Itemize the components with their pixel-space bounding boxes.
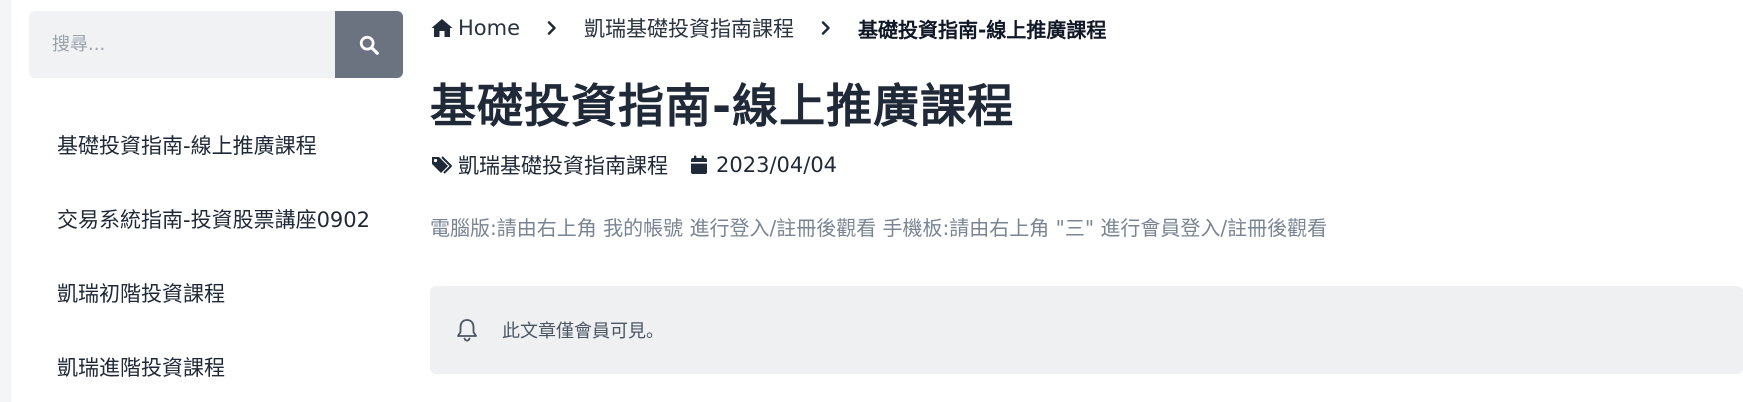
search-input[interactable] bbox=[29, 11, 335, 78]
breadcrumb-home-label: Home bbox=[458, 16, 521, 40]
breadcrumb-category[interactable]: 凱瑞基礎投資指南課程 bbox=[584, 13, 794, 43]
chevron-right-icon bbox=[544, 20, 560, 36]
calendar-icon bbox=[690, 155, 708, 175]
login-notice: 電腦版:請由右上角 我的帳號 進行登入/註冊後觀看 手機板:請由右上角 "三" … bbox=[430, 216, 1328, 240]
sidebar-item-trading-system[interactable]: 交易系統指南-投資股票講座0902 bbox=[57, 182, 370, 256]
breadcrumb: Home 凱瑞基礎投資指南課程 基礎投資指南-線上推廣課程 bbox=[430, 10, 1106, 46]
sidebar-item-beginner-course[interactable]: 凱瑞初階投資課程 bbox=[57, 256, 370, 330]
sidebar-item-advanced-course[interactable]: 凱瑞進階投資課程 bbox=[57, 330, 370, 402]
left-edge-strip bbox=[0, 0, 11, 402]
post-tag-link[interactable]: 凱瑞基礎投資指南課程 bbox=[430, 150, 668, 180]
tags-icon bbox=[430, 154, 456, 176]
sidebar-item-basic-course[interactable]: 基礎投資指南-線上推廣課程 bbox=[57, 108, 370, 182]
main-content: Home 凱瑞基礎投資指南課程 基礎投資指南-線上推廣課程 基礎投資指南-線上推… bbox=[430, 0, 1743, 402]
search-icon bbox=[358, 34, 380, 56]
sidebar-post-list: 基礎投資指南-線上推廣課程 交易系統指南-投資股票講座0902 凱瑞初階投資課程… bbox=[57, 108, 370, 402]
breadcrumb-home[interactable]: Home bbox=[430, 16, 520, 40]
members-only-text: 此文章僅會員可見。 bbox=[502, 321, 664, 342]
bell-icon bbox=[454, 317, 480, 343]
page: 基礎投資指南-線上推廣課程 交易系統指南-投資股票講座0902 凱瑞初階投資課程… bbox=[0, 0, 1743, 402]
post-tag-label: 凱瑞基礎投資指南課程 bbox=[458, 154, 668, 178]
post-meta: 凱瑞基礎投資指南課程 2023/04/04 bbox=[430, 148, 837, 182]
post-date-value: 2023/04/04 bbox=[716, 153, 838, 177]
chevron-right-icon bbox=[818, 20, 834, 36]
breadcrumb-current: 基礎投資指南-線上推廣課程 bbox=[858, 17, 1107, 42]
search-box bbox=[29, 11, 403, 78]
post-date: 2023/04/04 bbox=[690, 153, 837, 177]
page-title: 基礎投資指南-線上推廣課程 bbox=[430, 79, 1015, 133]
search-button[interactable] bbox=[335, 11, 403, 78]
members-only-alert: 此文章僅會員可見。 bbox=[430, 286, 1743, 374]
home-icon bbox=[430, 17, 454, 39]
